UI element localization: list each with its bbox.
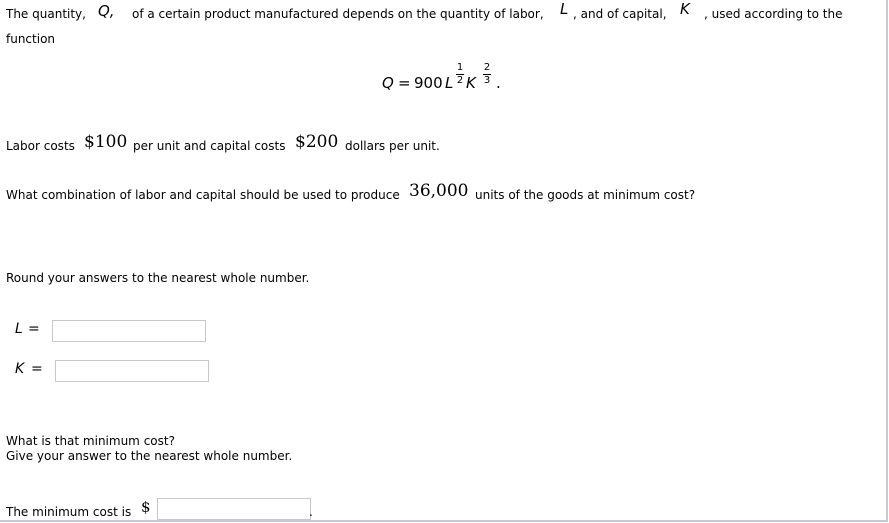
intro-text-2: of a certain product manufactured depend… bbox=[132, 7, 544, 21]
intro-text-3: , and of capital, bbox=[573, 7, 667, 21]
exp1-denominator: 2 bbox=[456, 75, 464, 86]
question-text-2: units of the goods at minimum cost? bbox=[475, 188, 696, 202]
var-k: K bbox=[680, 0, 690, 18]
formula-equals: = bbox=[398, 74, 411, 92]
l-answer-equals: = bbox=[28, 321, 40, 337]
intro-text-4: , used according to the bbox=[704, 7, 843, 21]
round-note: Round your answers to the nearest whole … bbox=[6, 271, 310, 285]
formula-var-l: L bbox=[445, 74, 454, 92]
exp1-numerator: 1 bbox=[456, 62, 464, 73]
formula-coefficient: 900 bbox=[414, 74, 443, 92]
formula-lhs: Q bbox=[382, 74, 394, 92]
costs-text-2: per unit and capital costs bbox=[133, 139, 286, 153]
k-answer-label: K bbox=[15, 361, 25, 377]
intro-text-5: function bbox=[6, 32, 56, 46]
exp2-denominator: 3 bbox=[483, 75, 491, 86]
min-cost-note: Give your answer to the nearest whole nu… bbox=[6, 449, 293, 463]
costs-text-3: dollars per unit. bbox=[345, 139, 440, 153]
question-text-1: What combination of labor and capital sh… bbox=[6, 188, 400, 202]
var-l: L bbox=[560, 0, 569, 18]
min-cost-question: What is that minimum cost? bbox=[6, 434, 175, 448]
k-answer-input[interactable] bbox=[55, 360, 209, 382]
exp2-numerator: 2 bbox=[483, 62, 491, 73]
intro-text-1: The quantity, bbox=[6, 7, 86, 21]
units-value: 36,000 bbox=[409, 181, 469, 201]
l-answer-label: L bbox=[15, 321, 23, 337]
formula-var-k: K bbox=[466, 74, 476, 92]
capital-cost-value: $200 bbox=[295, 132, 339, 152]
min-cost-label: The minimum cost is bbox=[6, 505, 132, 519]
currency-symbol: $ bbox=[141, 498, 151, 516]
labor-cost-value: $100 bbox=[84, 132, 128, 152]
question-panel: The quantity, Q, of a certain product ma… bbox=[0, 0, 888, 522]
costs-text-1: Labor costs bbox=[6, 139, 75, 153]
min-cost-input[interactable] bbox=[157, 498, 311, 520]
var-q: Q, bbox=[98, 2, 115, 20]
formula-period: . bbox=[496, 74, 501, 92]
trailing-period: . bbox=[309, 505, 313, 519]
l-answer-input[interactable] bbox=[52, 320, 206, 342]
k-answer-equals: = bbox=[31, 361, 43, 377]
